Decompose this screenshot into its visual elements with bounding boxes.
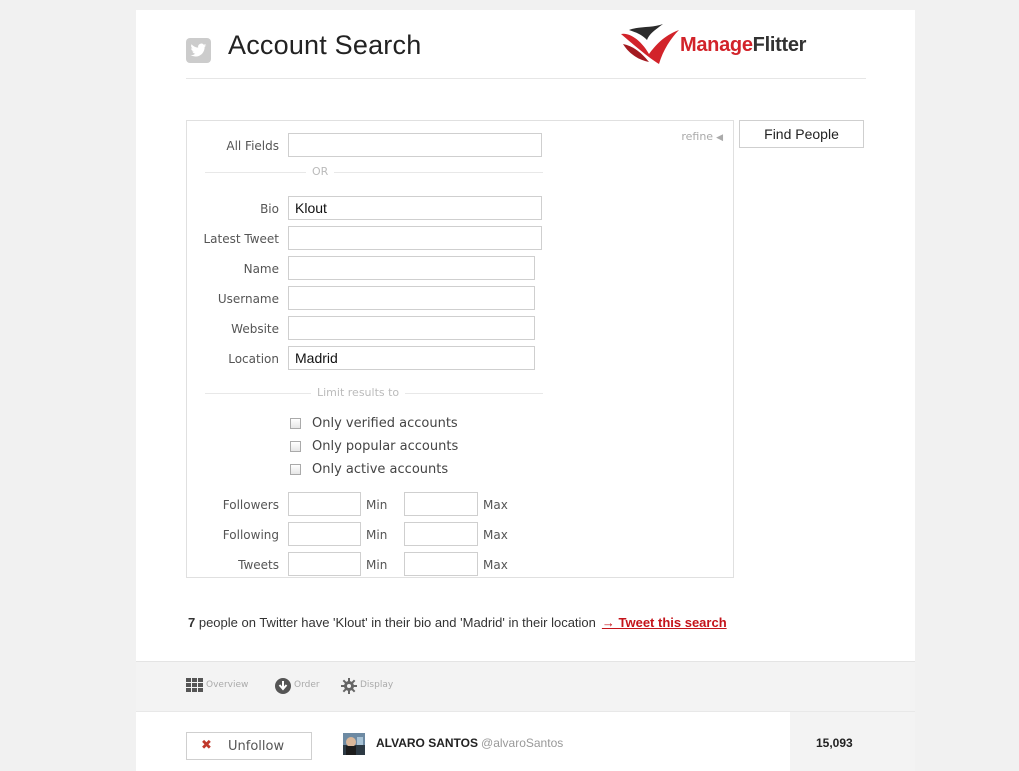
username-label: Username <box>217 292 279 306</box>
result-handle: @alvaroSantos <box>481 736 564 750</box>
limit-results-separator: Limit results to <box>311 386 406 399</box>
followers-label: Followers <box>222 498 279 512</box>
bio-label: Bio <box>260 202 279 216</box>
bird-logo-icon <box>621 24 679 64</box>
name-input[interactable] <box>288 256 535 280</box>
order-arrow-icon[interactable] <box>275 678 291 694</box>
tweets-min-input[interactable] <box>288 552 361 576</box>
page-title: Account Search <box>228 30 422 60</box>
logo-text-flitter: Flitter <box>752 34 807 56</box>
avatar[interactable] <box>343 733 365 755</box>
popular-checkbox[interactable] <box>290 441 301 452</box>
refine-toggle[interactable]: refine ◀ <box>681 130 723 143</box>
tweet-this-search-link[interactable]: → Tweet this search <box>602 615 727 630</box>
active-label: Only active accounts <box>312 462 449 477</box>
location-label: Location <box>228 352 279 366</box>
grid-icon[interactable] <box>186 678 204 692</box>
overview-tab[interactable]: Overview <box>206 680 248 690</box>
website-input[interactable] <box>288 316 535 340</box>
tweets-max-input[interactable] <box>404 552 478 576</box>
following-min-label: Min <box>366 528 388 542</box>
followers-max-label: Max <box>483 498 508 512</box>
following-max-label: Max <box>483 528 508 542</box>
result-count: 15,093 <box>816 736 853 750</box>
page: Account Search ManageFlitter refine ◀ All… <box>136 10 915 771</box>
refine-label: refine <box>681 130 714 143</box>
unfollow-button[interactable]: ✖ Unfollow <box>186 732 312 760</box>
logo-text: ManageFlitter <box>680 34 806 57</box>
search-panel: refine◀ All Fields OR Bio Latest Tweet N… <box>186 120 734 578</box>
unfollow-label: Unfollow <box>228 739 285 754</box>
tweets-min-label: Min <box>366 558 388 572</box>
logo-text-manage: Manage <box>680 34 753 56</box>
tweets-label: Tweets <box>238 558 279 572</box>
or-divider <box>205 172 543 173</box>
or-separator: OR <box>306 165 335 178</box>
header-divider <box>186 78 866 79</box>
followers-min-label: Min <box>366 498 388 512</box>
all-fields-input[interactable] <box>288 133 542 157</box>
triangle-left-icon: ◀ <box>716 133 723 143</box>
result-name[interactable]: ALVARO SANTOS @alvaroSantos <box>376 736 563 750</box>
verified-checkbox[interactable] <box>290 418 301 429</box>
following-max-input[interactable] <box>404 522 478 546</box>
result-row: ✖ Unfollow ALVARO SANTOS @alvaroSantos 15… <box>136 711 915 771</box>
username-input[interactable] <box>288 286 535 310</box>
manageflitter-logo[interactable]: ManageFlitter <box>619 24 869 69</box>
display-tab[interactable]: Display <box>360 680 393 690</box>
followers-min-input[interactable] <box>288 492 361 516</box>
latest-tweet-label: Latest Tweet <box>203 232 279 246</box>
close-icon: ✖ <box>201 738 212 753</box>
result-count-cell: 15,093 <box>790 712 915 771</box>
results-summary: 7 people on Twitter have 'Klout' in thei… <box>188 615 727 630</box>
name-label: Name <box>243 262 279 276</box>
order-tab[interactable]: Order <box>294 680 320 690</box>
website-label: Website <box>231 322 279 336</box>
followers-max-input[interactable] <box>404 492 478 516</box>
gear-icon[interactable] <box>341 678 357 694</box>
results-summary-text: people on Twitter have 'Klout' in their … <box>195 615 596 630</box>
results-toolbar: Overview Order Display <box>136 661 915 712</box>
twitter-icon <box>186 38 211 63</box>
verified-label: Only verified accounts <box>312 416 458 431</box>
result-display-name: ALVARO SANTOS <box>376 736 479 750</box>
bio-input[interactable] <box>288 196 542 220</box>
all-fields-label: All Fields <box>226 139 279 153</box>
latest-tweet-input[interactable] <box>288 226 542 250</box>
active-checkbox[interactable] <box>290 464 301 475</box>
following-min-input[interactable] <box>288 522 361 546</box>
following-label: Following <box>222 528 279 542</box>
popular-label: Only popular accounts <box>312 439 459 454</box>
find-people-button[interactable]: Find People <box>739 120 864 148</box>
tweets-max-label: Max <box>483 558 508 572</box>
location-input[interactable] <box>288 346 535 370</box>
